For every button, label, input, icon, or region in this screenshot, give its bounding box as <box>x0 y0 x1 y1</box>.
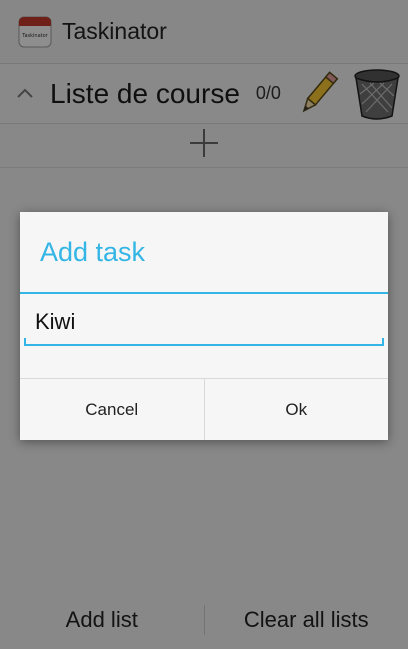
dialog-button-bar: Cancel Ok <box>20 378 388 440</box>
dialog-body <box>20 294 388 378</box>
ok-button[interactable]: Ok <box>205 379 389 440</box>
task-name-input[interactable] <box>25 304 385 340</box>
cancel-button[interactable]: Cancel <box>20 379 204 440</box>
add-task-dialog: Add task Cancel Ok <box>20 212 388 440</box>
input-underline <box>24 338 384 346</box>
dialog-title: Add task <box>20 212 388 294</box>
